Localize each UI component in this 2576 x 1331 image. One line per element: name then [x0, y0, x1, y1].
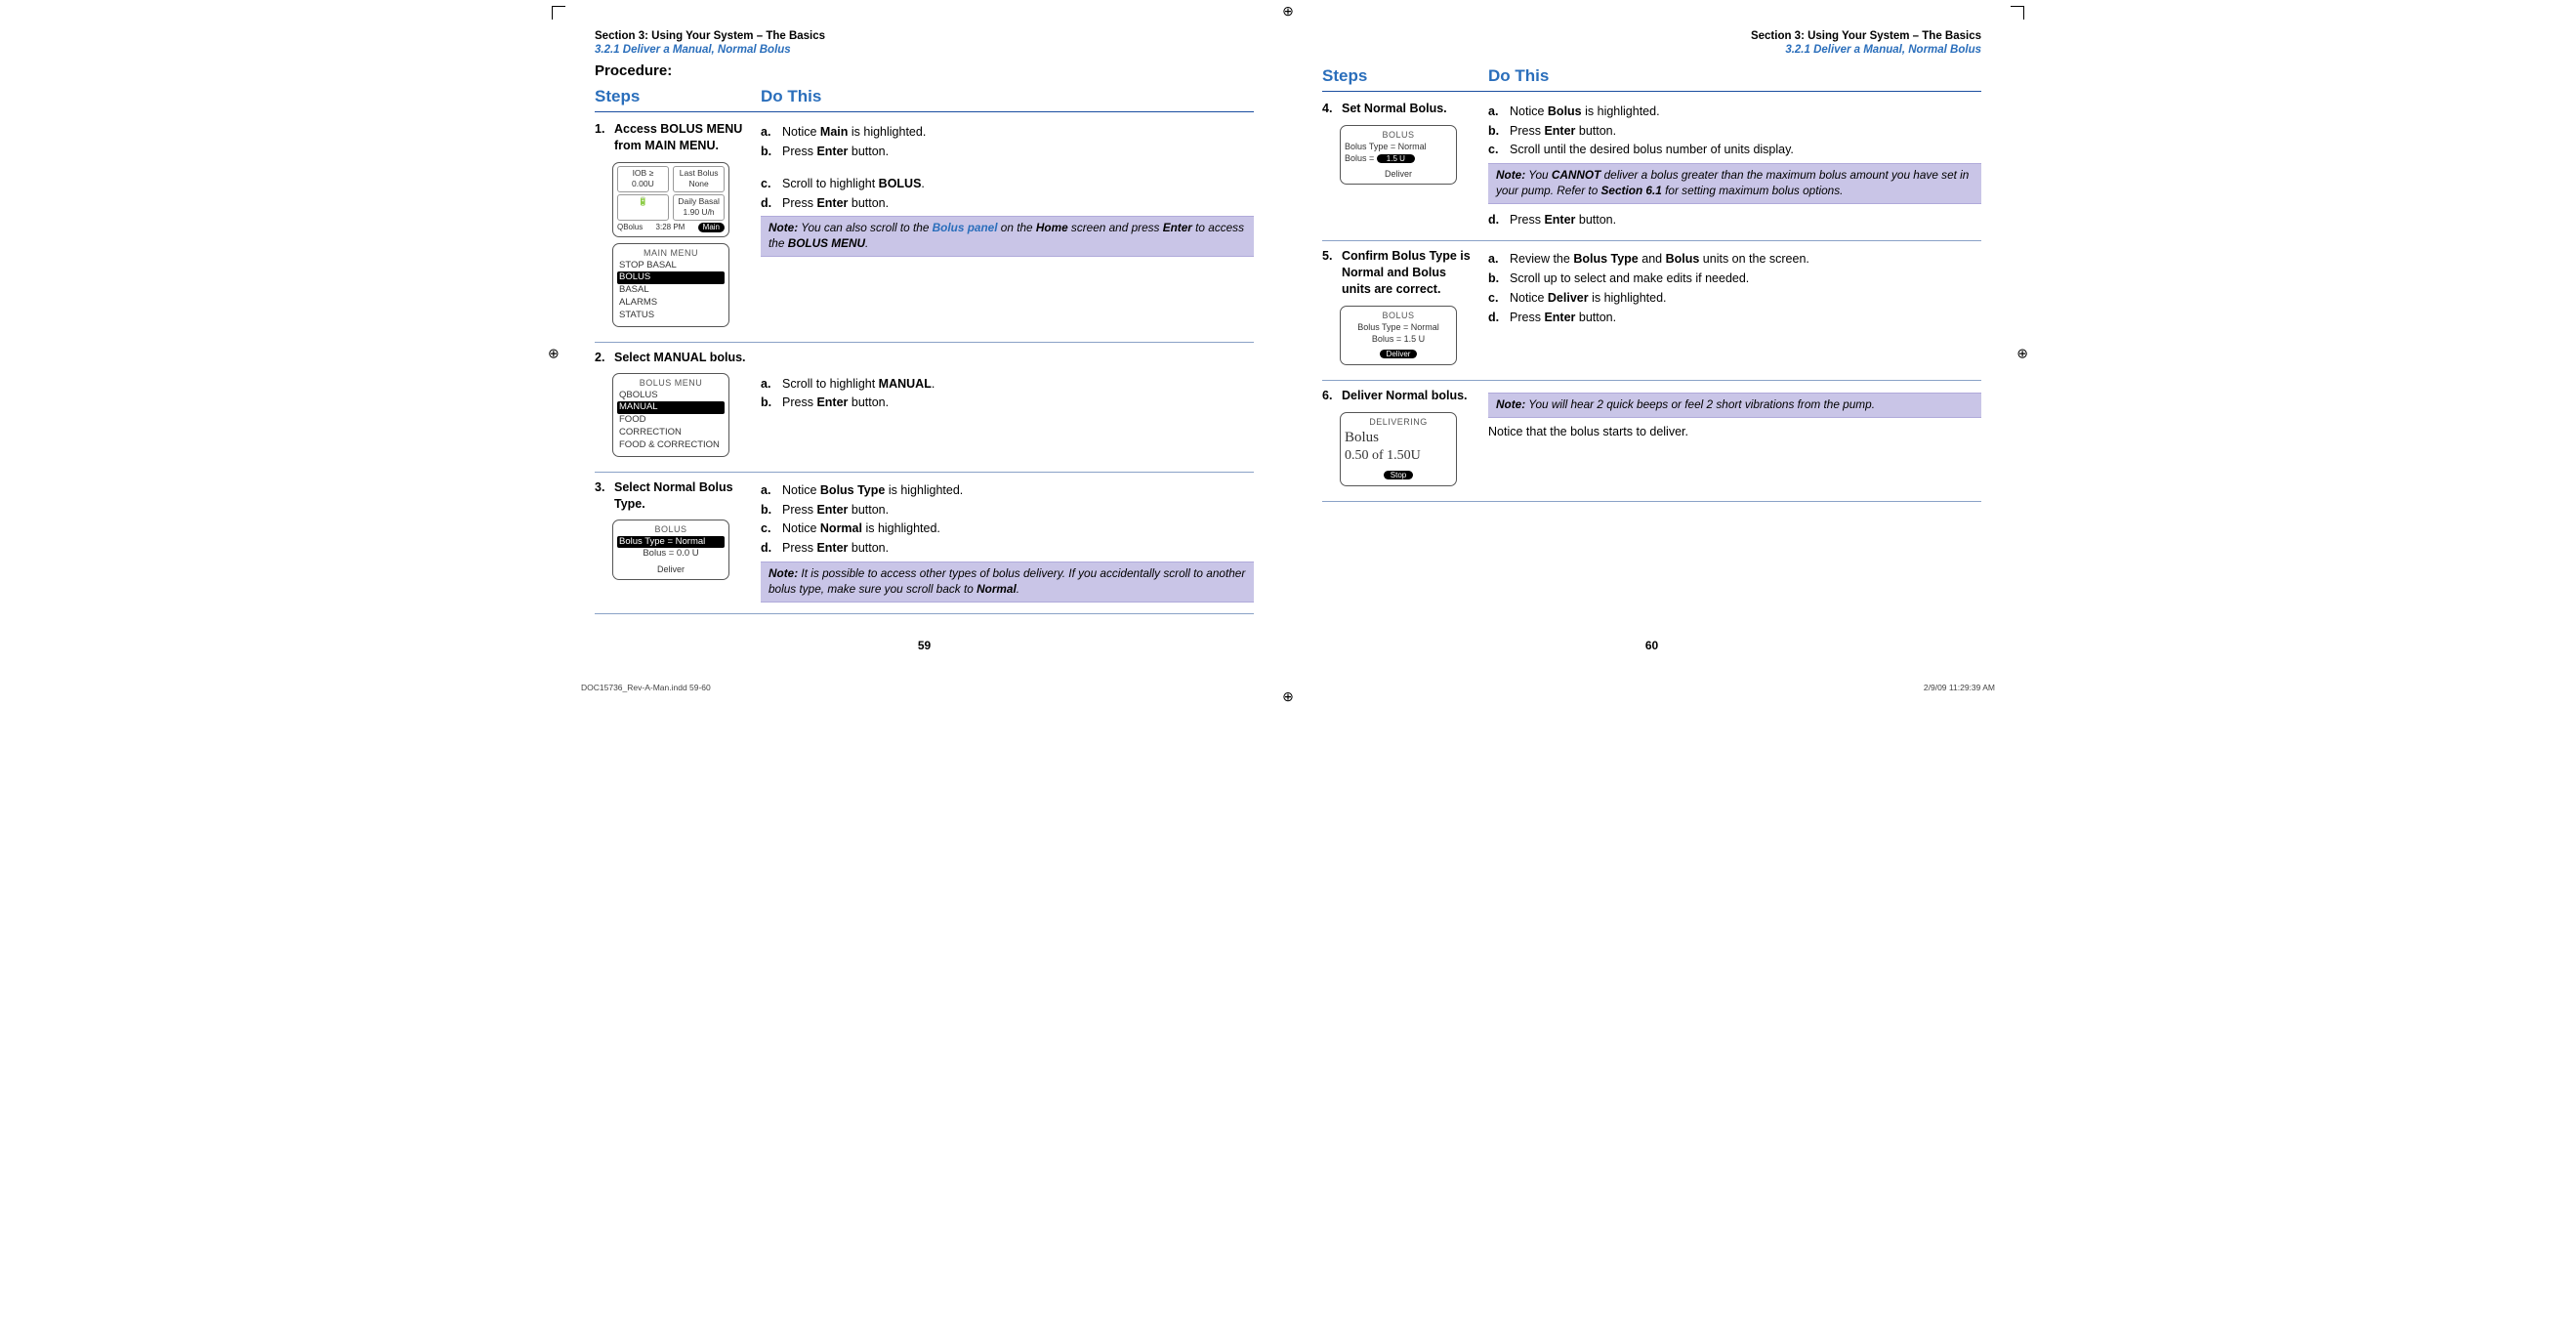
substep-list: c.Scroll to highlight BOLUS. d.Press Ent…	[761, 176, 1254, 212]
stop-button-icon: Stop	[1384, 471, 1413, 479]
note-box: Note: It is possible to access other typ…	[761, 562, 1254, 603]
substep: a.Notice Bolus Type is highlighted.	[761, 482, 1254, 499]
subsection-title: 3.2.1 Deliver a Manual, Normal Bolus	[1322, 43, 1981, 57]
step-row: 2. Select MANUAL bolus. BOLUS MENU QBOLU…	[595, 343, 1254, 473]
step-number: 6.	[1322, 388, 1342, 404]
step-number: 2.	[595, 350, 614, 366]
col-header-steps: Steps	[595, 86, 761, 108]
page-number: 60	[1322, 638, 1981, 653]
step-row: 3. Select Normal Bolus Type. BOLUS Bolus…	[595, 473, 1254, 614]
device-screen-delivering: DELIVERING Bolus 0.50 of 1.50U Stop	[1340, 412, 1457, 486]
page-59: Section 3: Using Your System – The Basic…	[595, 29, 1254, 653]
running-header: Section 3: Using Your System – The Basic…	[595, 29, 1254, 58]
page-spread: Section 3: Using Your System – The Basic…	[546, 29, 2030, 653]
crop-mark-icon	[2011, 6, 2024, 20]
substep: c.Notice Normal is highlighted.	[761, 520, 1254, 537]
device-screen-bolus: BOLUS Bolus Type = Normal Bolus = 1.5 U …	[1340, 125, 1457, 185]
step-row: 1. Access BOLUS MENU from MAIN MENU. IOB…	[595, 114, 1254, 343]
substep-list: a.Notice Bolus is highlighted. b.Press E…	[1488, 104, 1981, 159]
device-screen-main-menu: MAIN MENU STOP BASAL BOLUS BASAL ALARMS …	[612, 243, 729, 326]
device-screen-group: IOB ≥0.00U Last BolusNone 🔋 Daily Basal1…	[612, 162, 751, 327]
menu-list: STOP BASAL BOLUS BASAL ALARMS STATUS	[617, 260, 725, 322]
substep: b.Scroll up to select and make edits if …	[1488, 270, 1981, 287]
substep-list: a.Notice Main is highlighted. b.Press En…	[761, 124, 1254, 160]
substep: a.Review the Bolus Type and Bolus units …	[1488, 251, 1981, 268]
substep: d.Press Enter button.	[1488, 310, 1981, 326]
substep: b.Press Enter button.	[761, 144, 1254, 160]
step-number: 5.	[1322, 248, 1342, 265]
step-title: Access BOLUS MENU from MAIN MENU.	[614, 121, 751, 154]
substep: b.Press Enter button.	[761, 502, 1254, 519]
step-row: 4. Set Normal Bolus. BOLUS Bolus Type = …	[1322, 94, 1981, 241]
page-60: Section 3: Using Your System – The Basic…	[1322, 29, 1981, 653]
step-title: Deliver Normal bolus.	[1342, 388, 1478, 404]
imprint-file: DOC15736_Rev-A-Man.indd 59-60	[581, 683, 711, 693]
step-row: 6. Deliver Normal bolus. DELIVERING Bolu…	[1322, 381, 1981, 502]
subsection-title: 3.2.1 Deliver a Manual, Normal Bolus	[595, 43, 1254, 57]
section-title: Section 3: Using Your System – The Basic…	[1322, 29, 1981, 43]
substep-list: a.Review the Bolus Type and Bolus units …	[1488, 251, 1981, 326]
step-number: 4.	[1322, 101, 1342, 117]
substep: d.Press Enter button.	[1488, 212, 1981, 229]
step-title: Set Normal Bolus.	[1342, 101, 1478, 117]
page-number: 59	[595, 638, 1254, 653]
body-text: Notice that the bolus starts to deliver.	[1488, 424, 1981, 440]
col-header-do-this: Do This	[1488, 65, 1981, 88]
imprint-timestamp: 2/9/09 11:29:39 AM	[1924, 683, 1995, 693]
running-header: Section 3: Using Your System – The Basic…	[1322, 29, 1981, 58]
step-title: Select Normal Bolus Type.	[614, 479, 751, 513]
column-header-row: Steps Do This	[1322, 62, 1981, 92]
substep: b.Press Enter button.	[761, 395, 1254, 411]
col-header-do-this: Do This	[761, 86, 1254, 108]
substep-list: a.Scroll to highlight MANUAL. b.Press En…	[761, 376, 1254, 412]
step-title: Select MANUAL bolus.	[614, 350, 751, 366]
substep: c.Scroll to highlight BOLUS.	[761, 176, 1254, 192]
device-screen-home: IOB ≥0.00U Last BolusNone 🔋 Daily Basal1…	[612, 162, 729, 238]
substep: b.Press Enter button.	[1488, 123, 1981, 140]
substep-list: d.Press Enter button.	[1488, 212, 1981, 229]
substep: d.Press Enter button.	[761, 195, 1254, 212]
procedure-heading: Procedure:	[595, 62, 1254, 81]
substep-list: a.Notice Bolus Type is highlighted. b.Pr…	[761, 482, 1254, 558]
note-box: Note: You will hear 2 quick beeps or fee…	[1488, 393, 1981, 418]
device-screen-bolus: BOLUS Bolus Type = Normal Bolus = 1.5 U …	[1340, 306, 1457, 365]
step-row: 5. Confirm Bolus Type is Normal and Bolu…	[1322, 241, 1981, 381]
registration-mark-icon: ⊕	[548, 345, 560, 363]
substep: a.Notice Main is highlighted.	[761, 124, 1254, 141]
registration-mark-icon: ⊕	[2016, 345, 2028, 363]
substep: d.Press Enter button.	[761, 540, 1254, 557]
registration-mark-icon: ⊕	[1282, 2, 1294, 21]
col-header-steps: Steps	[1322, 65, 1488, 88]
substep: c.Notice Deliver is highlighted.	[1488, 290, 1981, 307]
note-box: Note: You can also scroll to the Bolus p…	[761, 216, 1254, 257]
substep: a.Scroll to highlight MANUAL.	[761, 376, 1254, 393]
device-screen-bolus-menu: BOLUS MENU QBOLUS MANUAL FOOD CORRECTION…	[612, 373, 729, 456]
print-sheet: ⊕ ⊕ ⊕ ⊕ Section 3: Using Your System – T…	[546, 0, 2030, 707]
registration-mark-icon: ⊕	[1282, 687, 1294, 706]
device-screen-bolus: BOLUS Bolus Type = Normal Bolus = 0.0 U …	[612, 520, 729, 580]
step-title: Confirm Bolus Type is Normal and Bolus u…	[1342, 248, 1478, 298]
note-box: Note: You CANNOT deliver a bolus greater…	[1488, 163, 1981, 204]
section-title: Section 3: Using Your System – The Basic…	[595, 29, 1254, 43]
substep: a.Notice Bolus is highlighted.	[1488, 104, 1981, 120]
step-number: 3.	[595, 479, 614, 496]
battery-icon: 🔋	[638, 196, 648, 206]
crop-mark-icon	[552, 6, 565, 20]
deliver-button-icon: Deliver	[1380, 350, 1418, 358]
column-header-row: Steps Do This	[595, 82, 1254, 112]
step-number: 1.	[595, 121, 614, 138]
main-pill: Main	[698, 223, 725, 233]
substep: c.Scroll until the desired bolus number …	[1488, 142, 1981, 158]
